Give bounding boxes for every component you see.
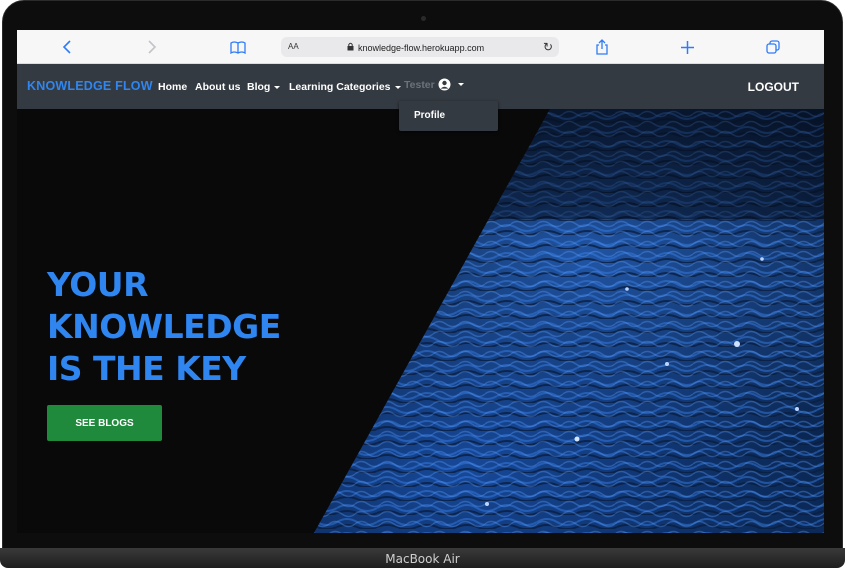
tabs-icon: [766, 40, 780, 54]
browser-screen: AA knowledge-flow.herokuapp.com ↻ KNOWLE…: [17, 30, 824, 533]
share-icon: [596, 39, 608, 55]
brand-logo[interactable]: KNOWLEDGE FLOW: [27, 79, 153, 93]
forward-button[interactable]: [137, 30, 167, 64]
chevron-right-icon: [147, 40, 157, 54]
headline-line: YOUR: [47, 265, 148, 304]
browser-toolbar: AA knowledge-flow.herokuapp.com ↻: [17, 30, 824, 64]
caret-down-icon: [274, 85, 281, 89]
caret-down-icon: [394, 85, 401, 89]
text-size-button[interactable]: AA: [288, 42, 299, 51]
user-dropdown-menu: Profile: [399, 101, 498, 131]
logout-link[interactable]: LOGOUT: [748, 80, 799, 94]
lock-icon: [347, 42, 354, 53]
nav-blog-label: Blog: [247, 81, 271, 93]
camera-dot: [421, 16, 426, 21]
share-button[interactable]: [587, 30, 617, 64]
plus-icon: [680, 40, 694, 54]
laptop-frame: MacBook Air AA knowledge-flow.herokuapp.…: [0, 0, 845, 568]
new-tab-button[interactable]: [672, 30, 702, 64]
nav-about-label: About us: [195, 81, 241, 93]
bookmarks-button[interactable]: [223, 30, 253, 64]
hero-headline: YOUR KNOWLEDGE IS THE KEY: [47, 264, 281, 390]
dropdown-item-profile[interactable]: Profile: [414, 110, 445, 121]
nav-blog-dropdown[interactable]: Blog: [247, 81, 281, 93]
nav-learning-categories-label: Learning Categories: [289, 81, 391, 93]
nav-learning-categories-dropdown[interactable]: Learning Categories: [289, 81, 401, 93]
user-circle-icon: [438, 78, 451, 91]
nav-about[interactable]: About us: [195, 81, 241, 93]
url-display: knowledge-flow.herokuapp.com: [347, 42, 484, 53]
url-text: knowledge-flow.herokuapp.com: [358, 42, 485, 53]
reload-icon[interactable]: ↻: [543, 40, 553, 54]
user-menu-toggle[interactable]: Tester: [404, 78, 464, 91]
hero-section: YOUR KNOWLEDGE IS THE KEY SEE BLOGS: [17, 109, 824, 533]
chevron-left-icon: [62, 40, 72, 54]
user-name: Tester: [404, 78, 435, 91]
tabs-overview-button[interactable]: [758, 30, 788, 64]
device-label: MacBook Air: [385, 552, 460, 566]
back-button[interactable]: [52, 30, 82, 64]
caret-down-icon: [457, 83, 464, 86]
nav-home[interactable]: Home: [158, 81, 187, 93]
address-bar[interactable]: AA knowledge-flow.herokuapp.com ↻: [281, 37, 559, 57]
see-blogs-button[interactable]: SEE BLOGS: [47, 405, 162, 441]
headline-line: IS THE KEY: [47, 349, 246, 388]
book-icon: [230, 40, 246, 54]
nav-home-label: Home: [158, 81, 188, 93]
headline-line: KNOWLEDGE: [47, 307, 281, 346]
